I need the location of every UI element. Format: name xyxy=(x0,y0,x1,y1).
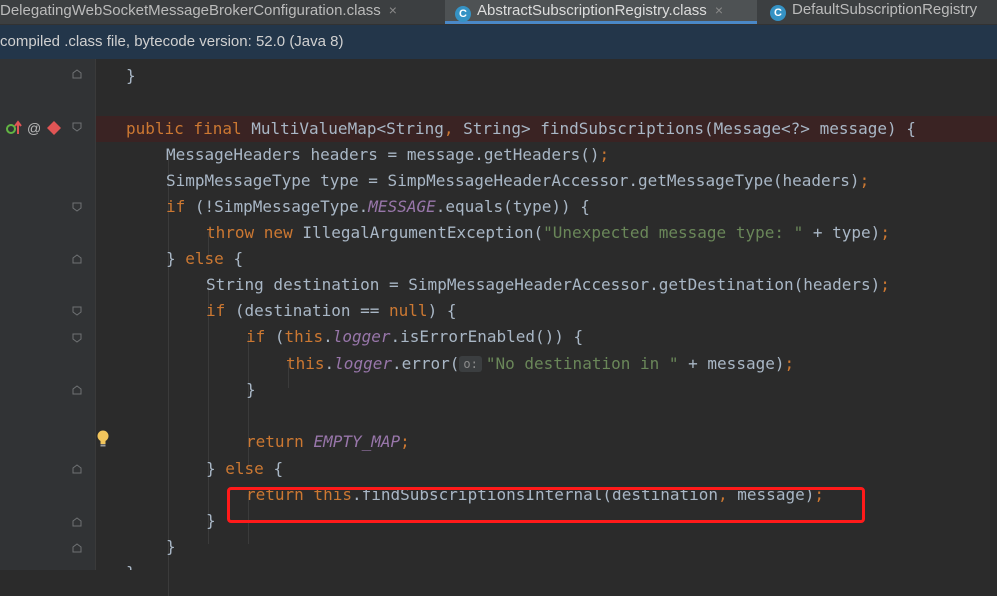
tab-label: DelegatingWebSocketMessageBrokerConfigur… xyxy=(0,2,381,19)
code-line: if (this.logger.isErrorEnabled()) { xyxy=(246,327,584,346)
fold-start-icon[interactable] xyxy=(72,333,82,343)
fold-start-icon[interactable] xyxy=(72,122,82,132)
fold-end-icon[interactable] xyxy=(72,385,82,395)
svg-text:@: @ xyxy=(27,120,41,136)
tab-abstract-subscription-registry[interactable]: C AbstractSubscriptionRegistry.class × xyxy=(445,0,757,24)
indent-guide xyxy=(168,154,169,596)
annotation-icon[interactable]: @ xyxy=(26,120,42,136)
code-line: } else { xyxy=(206,459,284,478)
editor-tab-bar: DelegatingWebSocketMessageBrokerConfigur… xyxy=(0,0,997,25)
fold-end-icon[interactable] xyxy=(72,69,82,79)
code-line-method-signature: public final MultiValueMap<String, Strin… xyxy=(96,116,997,142)
tab-label: AbstractSubscriptionRegistry.class xyxy=(477,2,707,19)
code-line: SimpMessageType type = SimpMessageHeader… xyxy=(166,171,870,190)
code-line: } else { xyxy=(166,249,244,268)
code-line: } xyxy=(126,66,136,85)
fold-end-icon[interactable] xyxy=(72,464,82,474)
class-icon: C xyxy=(455,6,471,22)
fold-start-icon[interactable] xyxy=(72,306,82,316)
code-line: throw new IllegalArgumentException("Unex… xyxy=(206,223,890,242)
implements-arrow-icon[interactable] xyxy=(6,120,22,136)
code-line: return EMPTY_MAP; xyxy=(246,432,410,451)
fold-end-icon[interactable] xyxy=(72,543,82,553)
code-line: if (destination == null) { xyxy=(206,301,457,320)
tab-label: DefaultSubscriptionRegistry xyxy=(792,1,978,18)
breakpoint-diamond-icon[interactable] xyxy=(46,120,62,136)
tab-default-subscription-registry[interactable]: C DefaultSubscriptionRegistry xyxy=(770,0,997,24)
code-line: this.logger.error(o: "No destination in "… xyxy=(286,354,795,373)
close-icon[interactable]: × xyxy=(715,2,723,18)
close-icon[interactable]: × xyxy=(389,2,397,18)
decompiled-info-bar: compiled .class file, bytecode version: … xyxy=(0,25,997,59)
code-line: } xyxy=(126,560,997,570)
code-line: String destination = SimpMessageHeaderAc… xyxy=(206,275,890,294)
code-line: MessageHeaders headers = message.getHead… xyxy=(166,145,610,164)
fold-end-icon[interactable] xyxy=(72,517,82,527)
fold-end-icon[interactable] xyxy=(72,254,82,264)
code-line: } xyxy=(246,380,256,399)
method-gutter-icons: @ xyxy=(6,119,62,137)
code-line: } xyxy=(166,537,176,556)
tab-delegating-config[interactable]: DelegatingWebSocketMessageBrokerConfigur… xyxy=(0,0,442,24)
info-text: compiled .class file, bytecode version: … xyxy=(0,33,344,50)
code-line: if (!SimpMessageType.MESSAGE.equals(type… xyxy=(166,197,590,216)
fold-start-icon[interactable] xyxy=(72,202,82,212)
highlight-annotation-box xyxy=(227,487,865,523)
parameter-hint: o: xyxy=(459,356,482,372)
class-icon: C xyxy=(770,5,786,21)
